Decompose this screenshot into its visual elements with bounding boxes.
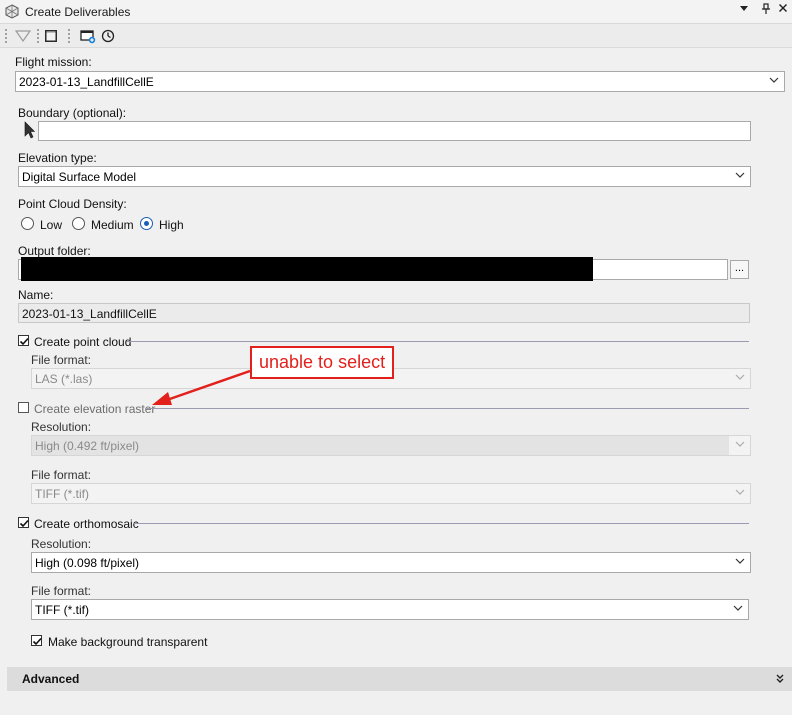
make-background-transparent-checkbox[interactable] [31, 635, 42, 646]
create-orthomosaic-label: Create orthomosaic [34, 517, 139, 531]
density-radio-high[interactable] [140, 217, 153, 230]
filter-icon [14, 30, 32, 43]
elevation-resolution-select[interactable]: High (0.492 ft/pixel) High (0.492 ft/pix… [31, 435, 751, 456]
orthomosaic-resolution-value: High (0.098 ft/pixel) [35, 556, 140, 570]
chevron-down-icon [735, 441, 745, 447]
pane-close-button[interactable] [776, 3, 790, 16]
point-cloud-file-format-label: File format: [31, 353, 92, 367]
elevation-file-format-value: TIFF (*.tif) [35, 487, 89, 501]
toolbar-grip [67, 28, 71, 44]
elevation-type-select[interactable]: Digital Surface Model [18, 166, 751, 187]
density-label-medium: Medium [91, 218, 134, 232]
output-folder-input[interactable] [18, 257, 728, 281]
double-chevron-down-icon [776, 674, 784, 683]
chevron-down-icon [735, 489, 745, 495]
pane-toolbar [0, 24, 792, 48]
point-cloud-density-label: Point Cloud Density: [18, 197, 127, 211]
orthomosaic-resolution-select[interactable]: High (0.098 ft/pixel) [31, 552, 751, 573]
annotation-arrow-icon [152, 369, 251, 405]
create-elevation-raster-checkbox[interactable] [18, 402, 29, 413]
boundary-label: Boundary (optional): [18, 106, 127, 120]
elevation-file-format-label: File format: [31, 468, 92, 482]
history-clock-icon [101, 29, 115, 43]
elevation-resolution-value-overlay: High (0.492 ft/pixel) [35, 439, 140, 453]
add-window-icon [80, 30, 96, 44]
boundary-input[interactable] [38, 121, 751, 141]
chevron-down-icon [735, 374, 745, 380]
elevation-type-value: Digital Surface Model [22, 170, 137, 184]
boundary-select-tool-button[interactable] [23, 121, 36, 142]
chevron-down-icon [769, 77, 779, 83]
flight-mission-label: Flight mission: [15, 55, 92, 69]
section-divider [127, 341, 749, 342]
filter-button[interactable] [14, 29, 32, 46]
density-label-low: Low [40, 218, 63, 232]
make-background-transparent-label: Make background transparent [48, 635, 208, 649]
name-label: Name: [18, 288, 54, 302]
redacted-output-path [21, 257, 593, 281]
console-button[interactable] [44, 29, 58, 46]
chevron-down-icon [740, 6, 748, 11]
advanced-section-header[interactable]: Advanced [7, 667, 792, 691]
create-point-cloud-checkbox[interactable] [18, 335, 29, 346]
elevation-resolution-label: Resolution: [31, 420, 92, 434]
advanced-label: Advanced [22, 672, 80, 686]
create-orthomosaic-checkbox[interactable] [18, 517, 29, 528]
output-folder-label: Output folder: [18, 244, 91, 258]
pane-title-bar: Create Deliverables [0, 0, 792, 24]
name-input[interactable]: 2023-01-13_LandfillCellE [18, 303, 750, 323]
checkmark-icon [32, 637, 42, 646]
add-window-button[interactable] [80, 29, 96, 47]
deliverables-app-icon [5, 4, 19, 19]
toolbar-grip [36, 28, 40, 44]
section-divider [133, 523, 749, 524]
orthomosaic-file-format-label: File format: [31, 584, 92, 598]
orthomosaic-file-format-value: TIFF (*.tif) [35, 603, 89, 617]
create-elevation-raster-label: Create elevation raster [34, 402, 156, 416]
close-icon [779, 4, 787, 12]
elevation-type-label: Elevation type: [18, 151, 97, 165]
output-folder-browse-button[interactable]: ... [730, 260, 749, 279]
chevron-down-icon [735, 172, 745, 178]
cursor-arrow-icon [24, 121, 36, 139]
pane-pin-button[interactable] [759, 3, 773, 18]
pane-title: Create Deliverables [25, 5, 131, 19]
console-icon [45, 30, 57, 42]
orthomosaic-file-format-select[interactable]: TIFF (*.tif) [31, 599, 749, 620]
density-radio-medium[interactable] [72, 217, 85, 230]
elevation-file-format-select[interactable]: TIFF (*.tif) [31, 483, 751, 504]
history-button[interactable] [101, 29, 115, 46]
checkmark-icon [19, 519, 29, 528]
create-point-cloud-label: Create point cloud [34, 335, 132, 349]
density-label-high: High [159, 218, 184, 232]
chevron-down-icon [733, 605, 743, 611]
toolbar-grip [4, 28, 8, 44]
pane-menu-button[interactable] [737, 3, 751, 16]
flight-mission-value: 2023-01-13_LandfillCellE [19, 75, 154, 89]
orthomosaic-resolution-label: Resolution: [31, 537, 92, 551]
flight-mission-select[interactable]: 2023-01-13_LandfillCellE [15, 71, 785, 92]
name-value: 2023-01-13_LandfillCellE [22, 307, 157, 321]
annotation-callout: unable to select [250, 346, 395, 379]
checkmark-icon [19, 337, 29, 346]
pin-icon [762, 3, 770, 14]
density-radio-low[interactable] [21, 217, 34, 230]
point-cloud-file-format-value: LAS (*.las) [35, 372, 93, 386]
chevron-down-icon [735, 558, 745, 564]
